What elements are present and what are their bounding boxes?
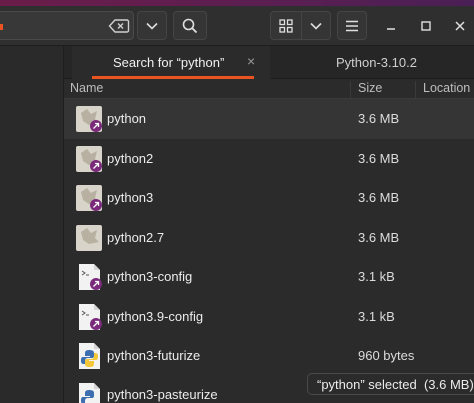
close-icon (455, 20, 465, 31)
file-size: 3.1 kB (358, 269, 395, 284)
column-size-header[interactable]: Size (358, 81, 382, 95)
tab-label: Search for “python” (113, 55, 225, 70)
search-toggle-button[interactable] (173, 11, 207, 40)
clear-search-icon[interactable] (108, 18, 130, 34)
status-text: “python” selected (3.6 MB) (317, 376, 474, 392)
search-input[interactable] (0, 11, 134, 40)
chevron-down-icon (310, 22, 322, 30)
file-list: python 3.6 MB python2 3.6 MB python3 3.6… (64, 99, 474, 403)
python-script-icon (79, 343, 100, 369)
tab-search-python[interactable]: Search for “python” × (72, 46, 270, 79)
sidebar-edge (0, 46, 64, 403)
table-row[interactable]: python2 3.6 MB (64, 139, 474, 179)
grid-view-icon (279, 18, 293, 33)
symlink-script-icon (79, 303, 102, 330)
file-name: python2.7 (107, 229, 165, 245)
table-row[interactable]: python3.9-config 3.1 kB (64, 297, 474, 337)
python-script-icon (79, 382, 100, 403)
column-name-header[interactable]: Name (70, 81, 103, 95)
table-row[interactable]: python 3.6 MB (64, 99, 474, 139)
column-header: Name Size Location (64, 79, 474, 101)
executable-icon (76, 224, 102, 251)
column-separator[interactable] (350, 81, 351, 101)
file-name: python3-config (107, 269, 193, 284)
column-location-header[interactable]: Location (423, 81, 470, 95)
header-bar (0, 6, 474, 46)
view-options-button[interactable] (301, 11, 331, 40)
minimize-icon (387, 27, 395, 30)
file-name: python2 (107, 150, 154, 166)
maximize-button[interactable] (413, 11, 439, 40)
table-row[interactable]: python3-futurize 960 bytes (64, 336, 474, 376)
table-row[interactable]: python3-config 3.1 kB (64, 257, 474, 297)
file-name: python3-futurize (107, 348, 201, 363)
selection-status: “python” selected (3.6 MB) (307, 373, 474, 395)
close-window-button[interactable] (447, 11, 473, 40)
main-menu-button[interactable] (337, 11, 367, 40)
tab-bar: Search for “python” × Python-3.10.2 (64, 46, 474, 79)
symlink-executable-icon (76, 106, 102, 132)
table-row[interactable]: python2.7 3.6 MB (64, 218, 474, 258)
file-size: 3.6 MB (358, 190, 400, 205)
file-size: 3.6 MB (358, 111, 400, 126)
hamburger-menu-icon (346, 20, 358, 31)
table-row[interactable]: python3 3.6 MB (64, 178, 474, 218)
file-size: 3.6 MB (358, 229, 400, 245)
minimize-button[interactable] (378, 11, 404, 40)
file-name: python3.9-config (107, 308, 204, 324)
tab-label: Python-3.10.2 (336, 55, 417, 70)
file-name: python (107, 111, 147, 126)
view-grid-button[interactable] (270, 11, 302, 40)
symlink-executable-icon (76, 185, 102, 211)
close-icon[interactable]: × (247, 53, 255, 69)
maximize-icon (421, 20, 431, 31)
search-text-cursor (0, 24, 3, 30)
search-options-button[interactable] (137, 11, 167, 40)
chevron-down-icon (146, 22, 158, 30)
file-size: 960 bytes (358, 348, 415, 363)
column-separator[interactable] (415, 81, 416, 101)
file-size: 3.1 kB (358, 308, 395, 324)
search-icon (182, 18, 198, 33)
file-name: python3-pasteurize (107, 386, 218, 402)
symlink-executable-icon (76, 145, 102, 172)
symlink-script-icon (79, 264, 102, 290)
tab-python-3-10-2[interactable]: Python-3.10.2 (272, 46, 474, 79)
file-size: 3.6 MB (358, 150, 400, 166)
file-name: python3 (107, 190, 154, 205)
